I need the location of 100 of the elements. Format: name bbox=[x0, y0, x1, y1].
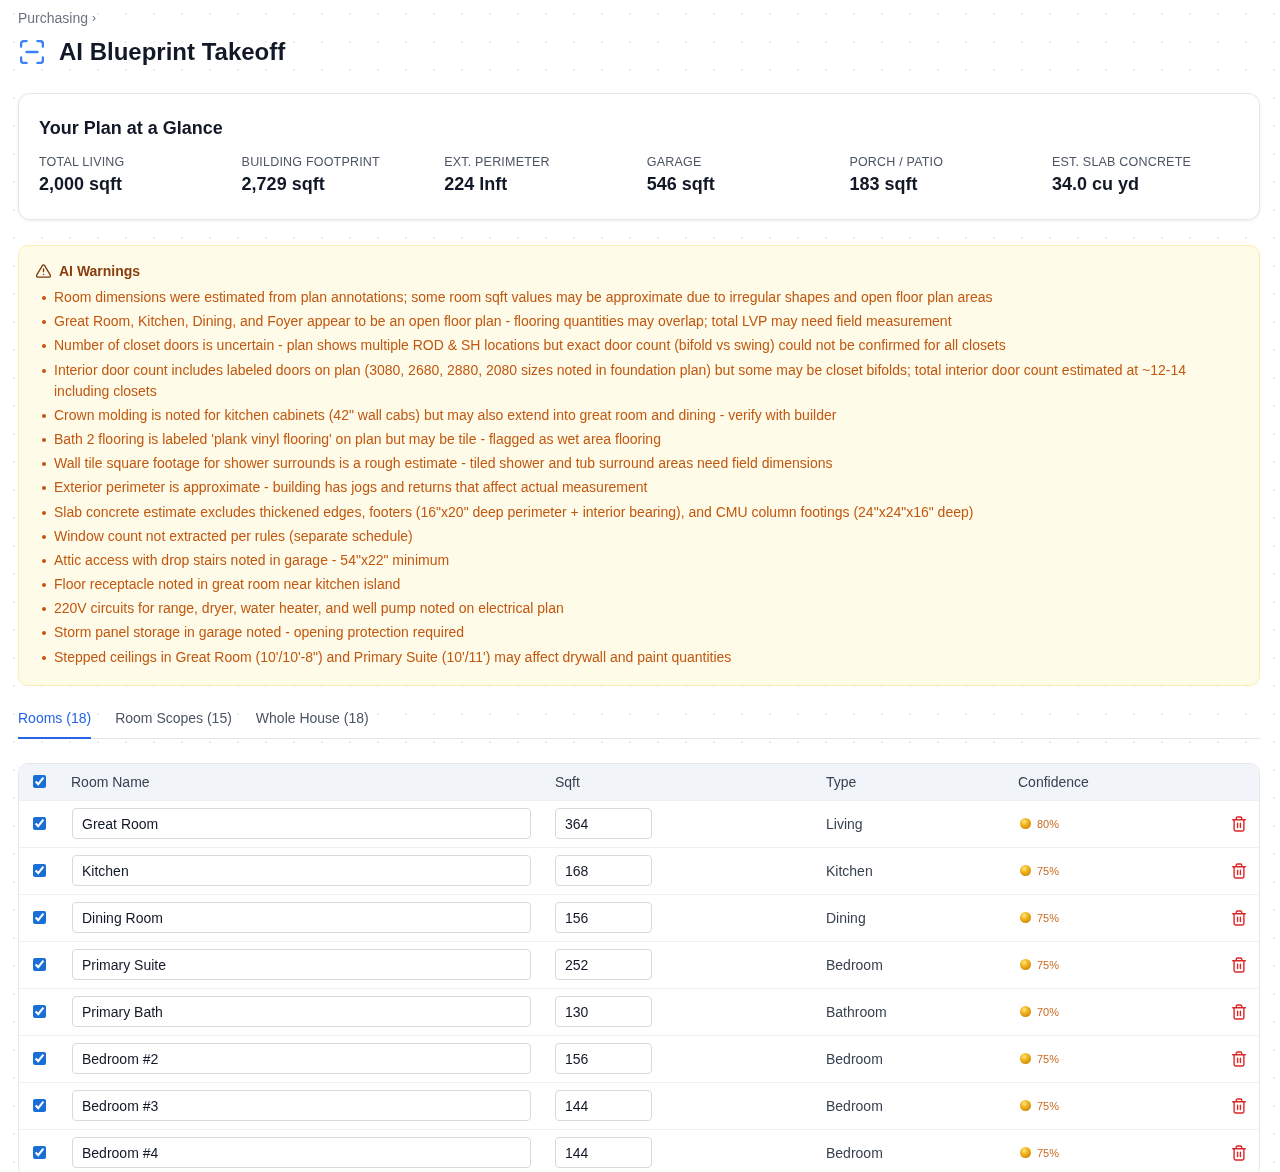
warning-text: Attic access with drop stairs noted in garage - 54"x22" minimum bbox=[54, 550, 450, 570]
status-dot-icon bbox=[1020, 1147, 1031, 1159]
trash-icon bbox=[1232, 1050, 1246, 1067]
trash-icon bbox=[1232, 1144, 1246, 1161]
sqft-field[interactable]: 144 bbox=[555, 1090, 652, 1122]
tab[interactable]: Room Scopes (15) bbox=[115, 707, 232, 739]
room-name-field[interactable]: Primary Suite bbox=[72, 949, 531, 981]
trash-icon bbox=[1232, 862, 1246, 879]
tab[interactable]: Whole House (18) bbox=[255, 707, 369, 739]
row-checkbox[interactable] bbox=[33, 817, 46, 831]
trash-icon bbox=[1232, 909, 1246, 926]
status-dot-icon bbox=[1020, 912, 1031, 924]
bullet-icon bbox=[42, 368, 46, 373]
delete-button[interactable] bbox=[1232, 956, 1246, 973]
stat-label: TOTAL LIVING bbox=[39, 154, 125, 170]
status-dot-icon bbox=[1020, 1100, 1031, 1112]
row-checkbox[interactable] bbox=[33, 911, 46, 925]
sqft-field[interactable]: 144 bbox=[555, 1137, 652, 1169]
room-type: Bedroom bbox=[826, 1143, 883, 1162]
warning-text: Interior door count includes labeled doors on plan (3080, 2680, 2880, 2080 sizes noted in foundation plan) but some may be closet bifolds; total interior door count estimated at ~12-14 including closets bbox=[54, 360, 1187, 401]
confidence-value: 75% bbox=[1037, 1145, 1060, 1160]
select-all-checkbox[interactable] bbox=[33, 775, 46, 789]
sqft-field[interactable]: 168 bbox=[555, 855, 652, 887]
stat-value: 224 lnft bbox=[444, 173, 508, 196]
bullet-icon bbox=[42, 486, 46, 491]
column-header: Type bbox=[826, 772, 857, 791]
delete-button[interactable] bbox=[1232, 1050, 1246, 1067]
bullet-icon bbox=[42, 296, 46, 300]
confidence-value: 70% bbox=[1037, 1004, 1060, 1019]
delete-button[interactable] bbox=[1232, 1003, 1246, 1020]
column-header: Sqft bbox=[555, 772, 580, 791]
room-type: Kitchen bbox=[826, 861, 873, 880]
card-title: Your Plan at a Glance bbox=[39, 117, 224, 140]
stat-value: 2,729 sqft bbox=[241, 173, 325, 196]
delete-button[interactable] bbox=[1232, 909, 1246, 926]
room-type: Bedroom bbox=[826, 1096, 883, 1115]
warning-text: Slab concrete estimate excludes thickened edges, footers (16"x20" deep perimeter + interior bearing), and CMU column footings (24"x24"x16" deep) bbox=[54, 502, 974, 522]
room-type: Dining bbox=[826, 908, 866, 927]
row-checkbox[interactable] bbox=[33, 1052, 46, 1066]
bullet-icon bbox=[42, 462, 46, 467]
room-name-field[interactable]: Great Room bbox=[72, 808, 531, 840]
warning-text: Number of closet doors is uncertain - plan shows multiple ROD & SH locations but exact door count (bifold vs swing) could not be confirmed for all closets bbox=[54, 336, 1006, 356]
room-type: Bedroom bbox=[826, 1049, 883, 1068]
bullet-icon bbox=[42, 344, 46, 349]
sqft-field[interactable]: 156 bbox=[555, 1043, 652, 1075]
stat-value: 183 sqft bbox=[849, 173, 918, 196]
room-name-field[interactable]: Bedroom #2 bbox=[72, 1043, 531, 1075]
stat-value: 34.0 cu yd bbox=[1051, 173, 1139, 196]
sqft-field[interactable]: 130 bbox=[555, 996, 652, 1028]
delete-button[interactable] bbox=[1232, 1097, 1246, 1114]
stat-label: EXT. PERIMETER bbox=[444, 154, 550, 170]
stat-label: PORCH / PATIO bbox=[849, 154, 944, 170]
bullet-icon bbox=[42, 607, 46, 612]
bullet-icon bbox=[42, 510, 46, 515]
column-header: Room Name bbox=[71, 772, 150, 791]
room-name-field[interactable]: Bedroom #3 bbox=[72, 1090, 531, 1122]
tab[interactable]: Rooms (18) bbox=[18, 707, 92, 739]
stat-value: 546 sqft bbox=[646, 173, 715, 196]
warning-text: Window count not extracted per rules (separate schedule) bbox=[54, 526, 413, 546]
warning-text: Crown molding is noted for kitchen cabinets (42" wall cabs) but may also extend into great room and dining - verify with builder bbox=[54, 405, 837, 425]
trash-icon bbox=[1232, 1097, 1246, 1114]
warnings-title: AI Warnings bbox=[59, 262, 141, 281]
breadcrumb-separator: › bbox=[92, 10, 97, 27]
room-name-field[interactable]: Kitchen bbox=[72, 855, 531, 887]
row-checkbox[interactable] bbox=[33, 958, 46, 972]
status-dot-icon bbox=[1020, 818, 1031, 830]
breadcrumb-link[interactable]: Purchasing bbox=[18, 9, 89, 27]
sqft-field[interactable]: 156 bbox=[555, 902, 652, 934]
room-name-field[interactable]: Primary Bath bbox=[72, 996, 531, 1028]
stat-label: GARAGE bbox=[646, 154, 702, 170]
trash-icon bbox=[1232, 1003, 1246, 1020]
row-checkbox[interactable] bbox=[33, 1005, 46, 1019]
warning-text: Exterior perimeter is approximate - building has jogs and returns that affect actual measurement bbox=[54, 478, 648, 498]
delete-button[interactable] bbox=[1232, 815, 1246, 832]
trash-icon bbox=[1232, 956, 1246, 973]
room-type: Bedroom bbox=[826, 955, 883, 974]
row-checkbox[interactable] bbox=[33, 1099, 46, 1113]
sqft-field[interactable]: 252 bbox=[555, 949, 652, 981]
room-type: Bathroom bbox=[826, 1002, 887, 1021]
room-type: Living bbox=[826, 814, 863, 833]
stat-label: EST. SLAB CONCRETE bbox=[1051, 154, 1192, 170]
confidence-value: 75% bbox=[1037, 1098, 1060, 1113]
bullet-icon bbox=[42, 655, 46, 660]
trash-icon bbox=[1232, 815, 1246, 832]
delete-button[interactable] bbox=[1232, 862, 1246, 879]
bullet-icon bbox=[42, 413, 46, 418]
delete-button[interactable] bbox=[1232, 1144, 1246, 1161]
sqft-field[interactable]: 364 bbox=[555, 808, 652, 840]
warning-text: Bath 2 flooring is labeled 'plank vinyl flooring' on plan but may be tile - flagged as wet area flooring bbox=[54, 429, 661, 449]
bullet-icon bbox=[42, 583, 46, 588]
status-dot-icon bbox=[1020, 959, 1031, 971]
room-name-field[interactable]: Dining Room bbox=[72, 902, 531, 934]
row-checkbox[interactable] bbox=[33, 864, 46, 878]
warning-text: Room dimensions were estimated from plan annotations; some room sqft values may be approximate due to irregular shapes and open floor plan areas bbox=[54, 288, 993, 307]
warning-text: 220V circuits for range, dryer, water heater, and well pump noted on electrical plan bbox=[54, 599, 564, 619]
warning-text: Storm panel storage in garage noted - opening protection required bbox=[54, 623, 465, 643]
row-checkbox[interactable] bbox=[33, 1146, 46, 1160]
bullet-icon bbox=[42, 631, 46, 636]
room-name-field[interactable]: Bedroom #4 bbox=[72, 1137, 531, 1169]
page-title: AI Blueprint Takeoff bbox=[59, 37, 286, 67]
